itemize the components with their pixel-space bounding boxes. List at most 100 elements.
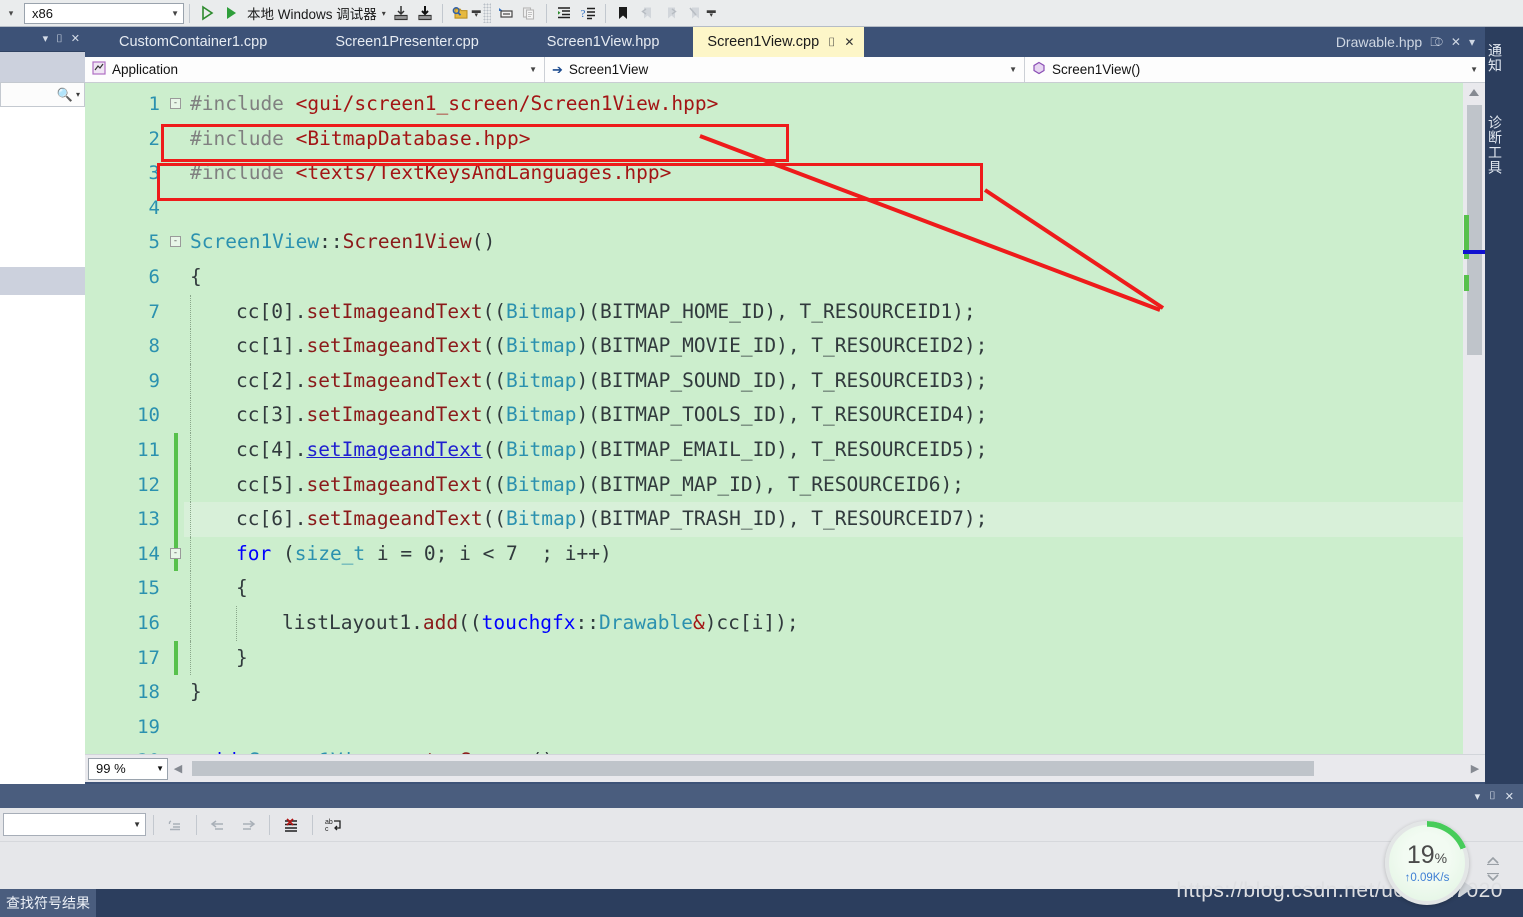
- code-token: #include: [190, 92, 296, 115]
- code-token: add: [422, 610, 459, 634]
- pin-icon[interactable]: ⌷: [56, 33, 63, 45]
- editor-horizontal-scrollbar[interactable]: [188, 761, 1465, 776]
- prev-bookmark-icon[interactable]: [635, 1, 659, 25]
- tab-screen1presenter-cpp[interactable]: Screen1Presenter.cpp: [301, 27, 512, 57]
- fold-toggle-icon[interactable]: -: [170, 98, 181, 109]
- chevron-down-icon[interactable]: ▾: [76, 90, 80, 99]
- code-line[interactable]: #include <texts/TextKeysAndLanguages.hpp…: [184, 156, 1485, 191]
- navbar-project-dropdown[interactable]: Application ▼: [85, 57, 545, 82]
- step-into-icon[interactable]: [389, 1, 413, 25]
- outdent-icon[interactable]: ?: [576, 1, 600, 25]
- clear-all-icon[interactable]: [277, 812, 305, 838]
- pin-icon[interactable]: ⌷: [1489, 790, 1496, 803]
- restore-icon[interactable]: ⎄: [1430, 35, 1443, 50]
- uncomment-icon[interactable]: [517, 1, 541, 25]
- code-line[interactable]: {: [184, 260, 1485, 295]
- code-token: cc[1].: [236, 334, 307, 358]
- clear-bookmarks-icon[interactable]: [683, 1, 707, 25]
- start-without-debugging-icon[interactable]: [195, 1, 219, 25]
- navigate-back-icon[interactable]: [204, 812, 232, 838]
- debug-target-chevron-icon[interactable]: ▾: [379, 9, 389, 18]
- code-token: )(BITMAP_SOUND_ID), T_RESOURCEID3);: [576, 368, 988, 392]
- find-symbol-icon[interactable]: [161, 812, 189, 838]
- tab-screen1view-hpp[interactable]: Screen1View.hpp: [513, 27, 694, 57]
- fold-toggle-icon[interactable]: -: [170, 236, 181, 248]
- debug-target-label[interactable]: 本地 Windows 调试器: [243, 3, 379, 23]
- bottom-tool-window-results[interactable]: [0, 842, 1523, 889]
- code-line[interactable]: #include <BitmapDatabase.hpp>: [184, 122, 1485, 157]
- comment-icon[interactable]: [493, 1, 517, 25]
- tab-customcontainer1-cpp[interactable]: CustomContainer1.cpp: [85, 27, 301, 57]
- scrollbar-thumb[interactable]: [192, 761, 1314, 776]
- code-line[interactable]: - #include <gui/screen1_screen/Screen1Vie…: [170, 87, 1485, 122]
- code-line[interactable]: - Screen1View::Screen1View(): [170, 225, 1485, 260]
- autohide-tab-diagnostic-tools[interactable]: 诊断工具: [1485, 99, 1505, 191]
- indent-guide: [190, 329, 191, 364]
- code-text[interactable]: - #include <gui/screen1_screen/Screen1Vie…: [170, 83, 1485, 754]
- toolbar-overflow-caret[interactable]: ▾: [0, 0, 22, 26]
- autohide-tab-notifications[interactable]: 通知: [1485, 29, 1505, 87]
- code-line[interactable]: cc[0].setImageandText((Bitmap)(BITMAP_HO…: [184, 294, 1485, 330]
- tab-screen1view-cpp[interactable]: Screen1View.cpp ⌷ ✕: [693, 27, 865, 57]
- toggle-wrap-icon[interactable]: ab c: [320, 812, 348, 838]
- solution-platform-combo[interactable]: x86 ▼: [24, 2, 184, 24]
- next-bookmark-icon[interactable]: [659, 1, 683, 25]
- code-line[interactable]: cc[5].setImageandText((Bitmap)(BITMAP_MA…: [184, 467, 1485, 503]
- dropdown-icon[interactable]: ▾: [1475, 790, 1481, 803]
- pin-icon[interactable]: ⌷: [828, 35, 835, 50]
- network-speed-widget[interactable]: 19% ↑0.09K/s: [1385, 821, 1469, 905]
- code-line[interactable]: cc[1].setImageandText((Bitmap)(BITMAP_MO…: [184, 329, 1485, 364]
- close-icon[interactable]: ✕: [1451, 35, 1461, 49]
- spin-stepper[interactable]: [1485, 849, 1501, 889]
- step-over-icon[interactable]: [413, 1, 437, 25]
- code-line[interactable]: cc[4].setImageandText((Bitmap)(BITMAP_EM…: [184, 432, 1485, 468]
- scroll-up-icon[interactable]: [1469, 89, 1479, 96]
- bottom-tab-find-symbol-results[interactable]: 查找符号结果: [0, 889, 96, 917]
- code-line[interactable]: [184, 710, 1485, 745]
- code-line[interactable]: -void Screen1View::setupScreen(): [184, 744, 1485, 754]
- code-token: <BitmapDatabase.hpp>: [295, 126, 531, 150]
- code-line[interactable]: listLayout1.add((touchgfx::Drawable&)cc[…: [184, 605, 1485, 641]
- code-line[interactable]: }: [184, 640, 1485, 676]
- code-line[interactable]: - for (size_t i = 0; i < 7 ; i++): [170, 536, 1485, 572]
- code-line[interactable]: }: [184, 675, 1485, 710]
- close-icon[interactable]: ✕: [844, 35, 854, 49]
- fold-toggle-icon[interactable]: -: [170, 547, 181, 559]
- code-line[interactable]: cc[2].setImageandText((Bitmap)(BITMAP_SO…: [184, 363, 1485, 399]
- navigate-forward-icon[interactable]: [234, 812, 262, 838]
- code-line-text: {: [190, 576, 248, 599]
- find-in-files-icon[interactable]: [448, 1, 472, 25]
- change-marker: [1464, 275, 1469, 291]
- code-line[interactable]: cc[3].setImageandText((Bitmap)(BITMAP_TO…: [184, 398, 1485, 433]
- code-token: )(BITMAP_MOVIE_ID), T_RESOURCEID2);: [576, 334, 988, 358]
- code-editor[interactable]: 1234567891011121314151617181920 -#includ…: [85, 83, 1485, 754]
- find-scope-combo[interactable]: ▼: [3, 813, 146, 836]
- scrollbar-thumb[interactable]: [1467, 105, 1482, 355]
- left-tool-window-row[interactable]: [0, 267, 85, 295]
- navbar-project-label: Application: [112, 62, 179, 77]
- code-line[interactable]: {: [184, 571, 1485, 606]
- close-icon[interactable]: ✕: [71, 33, 80, 45]
- left-search-box[interactable]: 🔍 ▾: [0, 82, 85, 107]
- navbar-member-dropdown[interactable]: Screen1View() ▼: [1025, 57, 1485, 82]
- editor-vertical-scrollbar[interactable]: [1463, 83, 1485, 754]
- find-options-chevron-icon[interactable]: ▬ ▾: [472, 6, 481, 20]
- bookmark-icon[interactable]: [611, 1, 635, 25]
- code-token: cc[3].: [236, 403, 307, 427]
- scroll-right-icon[interactable]: ▶: [1465, 762, 1485, 775]
- close-icon[interactable]: ✕: [1505, 790, 1514, 803]
- zoom-level-combo[interactable]: 99 % ▼: [88, 757, 168, 780]
- code-line[interactable]: [184, 191, 1485, 226]
- start-debugging-icon[interactable]: [219, 1, 243, 25]
- code-line[interactable]: cc[6].setImageandText((Bitmap)(BITMAP_TR…: [184, 502, 1485, 537]
- scroll-left-icon[interactable]: ◀: [168, 762, 188, 775]
- tab-list-chevron-icon[interactable]: ▾: [1469, 35, 1475, 49]
- toolbar-grip[interactable]: [482, 3, 491, 23]
- toolbar-more-icon[interactable]: ▬ ▾: [707, 6, 716, 20]
- indent-icon[interactable]: [552, 1, 576, 25]
- preview-document-label[interactable]: Drawable.hpp: [1336, 34, 1422, 50]
- dropdown-icon[interactable]: ▾: [43, 33, 49, 45]
- code-token: ((: [482, 368, 507, 392]
- navbar-type-dropdown[interactable]: ➔ Screen1View ▼: [545, 57, 1025, 82]
- code-token: ((: [482, 472, 507, 496]
